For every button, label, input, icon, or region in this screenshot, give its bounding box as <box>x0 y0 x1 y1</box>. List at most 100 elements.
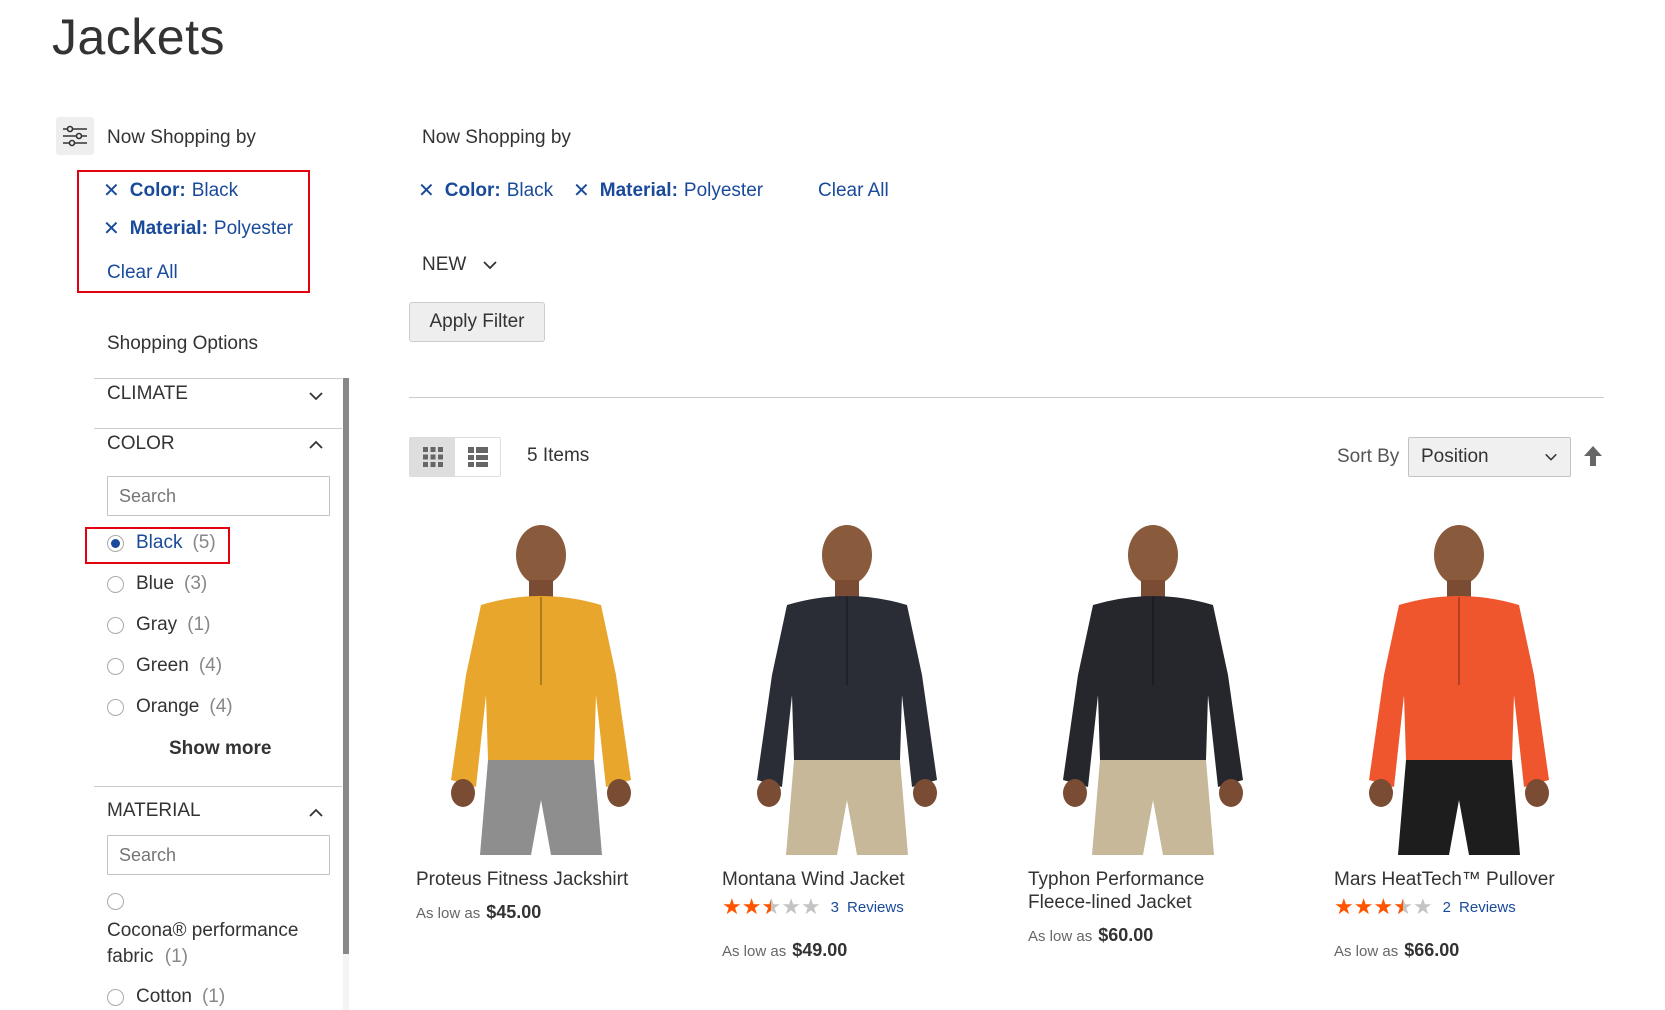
sort-by-label: Sort By <box>1337 446 1400 467</box>
filter-value: Black <box>506 180 554 201</box>
material-option-cotton[interactable]: Cotton (1) <box>107 986 225 1008</box>
radio-button[interactable] <box>107 657 124 675</box>
sliders-icon <box>63 125 87 147</box>
facet-title-material[interactable]: MATERIAL <box>107 800 201 822</box>
product-name-link[interactable]: Proteus Fitness Jackshirt <box>416 868 656 891</box>
chevron-up-icon[interactable] <box>308 805 324 821</box>
page-title: Jackets <box>52 9 226 65</box>
product-price: As low as $49.00 <box>722 940 847 961</box>
option-count: (1) <box>201 986 226 1007</box>
color-option-black[interactable]: Black (5) <box>107 532 216 554</box>
radio-button[interactable] <box>107 616 124 634</box>
radio-button[interactable] <box>107 988 124 1006</box>
product-name-link[interactable]: Typhon Performance Fleece-lined Jacket <box>1028 868 1268 914</box>
sort-direction-arrow-icon[interactable] <box>1583 445 1603 467</box>
grid-view-button[interactable] <box>410 438 455 476</box>
reviews-link[interactable]: 3 Reviews <box>831 899 904 916</box>
remove-filter-icon[interactable]: ✕ <box>573 181 590 201</box>
product-image[interactable] <box>732 525 962 855</box>
price-amount: $60.00 <box>1098 925 1154 945</box>
filter-label: Material: <box>129 218 208 239</box>
price-amount: $66.00 <box>1404 940 1460 960</box>
items-count: 5 Items <box>527 445 590 466</box>
reviews-count: 2 <box>1442 898 1452 916</box>
option-count: (3) <box>184 573 208 594</box>
show-more-button[interactable]: Show more <box>169 738 271 760</box>
product-name-link[interactable]: Montana Wind Jacket <box>722 868 962 891</box>
as-low-as-label: As low as <box>1334 943 1399 960</box>
main-active-filter-color: ✕ Color: Black <box>418 180 553 202</box>
filter-value: Black <box>191 180 239 201</box>
shopping-options-title: Shopping Options <box>107 333 259 354</box>
facet-title-color[interactable]: COLOR <box>107 433 175 455</box>
sort-by-select[interactable]: Position <box>1408 437 1571 477</box>
product-image[interactable] <box>426 525 656 855</box>
product-price: As low as $60.00 <box>1028 925 1153 946</box>
option-label: Black <box>136 532 183 553</box>
new-label: NEW <box>422 254 467 275</box>
option-count: (1) <box>187 614 211 635</box>
product-image[interactable] <box>1344 525 1574 855</box>
reviews-count: 3 <box>830 898 840 916</box>
chevron-down-icon <box>1545 453 1557 461</box>
option-label: Cotton <box>136 986 192 1007</box>
view-mode-switcher <box>409 437 501 477</box>
sort-by-value: Position <box>1421 446 1489 467</box>
color-option-orange[interactable]: Orange (4) <box>107 696 233 718</box>
material-search-input[interactable] <box>107 835 330 875</box>
option-count: (5) <box>192 532 216 553</box>
price-amount: $49.00 <box>792 940 848 960</box>
apply-filter-button[interactable]: Apply Filter <box>409 302 545 342</box>
radio-button[interactable] <box>107 534 124 552</box>
sidebar-clear-all-link[interactable]: Clear All <box>107 262 178 284</box>
sidebar-active-filter-color: ✕ Color: Black <box>103 180 238 202</box>
sidebar-now-shopping-title: Now Shopping by <box>107 127 256 148</box>
product-rating: ★★★★★★ 2 Reviews <box>1334 896 1516 918</box>
chevron-down-icon[interactable] <box>308 388 324 404</box>
sidebar-scrollbar-thumb[interactable] <box>343 378 349 954</box>
option-label: Green <box>136 655 189 676</box>
remove-filter-icon[interactable]: ✕ <box>103 181 120 201</box>
color-option-gray[interactable]: Gray (1) <box>107 614 210 636</box>
option-count: (1) <box>164 946 188 967</box>
divider <box>94 786 342 787</box>
product-price: As low as $66.00 <box>1334 940 1459 961</box>
reviews-label: Reviews <box>847 898 904 916</box>
divider <box>94 378 342 379</box>
facet-title-climate[interactable]: CLIMATE <box>107 383 188 405</box>
filter-label: Material: <box>599 180 678 201</box>
grid-icon <box>422 447 443 467</box>
product-price: As low as $45.00 <box>416 902 541 923</box>
radio-button[interactable] <box>107 575 124 593</box>
product-image[interactable] <box>1038 525 1268 855</box>
main-clear-all-link[interactable]: Clear All <box>818 180 889 202</box>
color-search-input[interactable] <box>107 476 330 516</box>
color-option-blue[interactable]: Blue (3) <box>107 573 207 595</box>
filter-toggle-button[interactable] <box>56 117 94 155</box>
main-now-shopping-title: Now Shopping by <box>422 127 571 148</box>
option-count: (4) <box>209 696 233 717</box>
option-label: Orange <box>136 696 200 717</box>
new-filter-dropdown[interactable]: NEW <box>422 254 498 276</box>
filter-value: Polyester <box>683 180 764 201</box>
reviews-link[interactable]: 2 Reviews <box>1443 899 1516 916</box>
filter-label: Color: <box>444 180 501 201</box>
list-view-button[interactable] <box>455 438 500 476</box>
material-option-cocona-label[interactable]: Cocona® performance fabric (1) <box>107 918 327 970</box>
radio-button[interactable] <box>107 893 124 910</box>
remove-filter-icon[interactable]: ✕ <box>103 219 120 239</box>
filter-value: Polyester <box>213 218 294 239</box>
material-option-cocona[interactable] <box>107 893 136 910</box>
list-icon <box>467 447 488 467</box>
sidebar-active-filter-material: ✕ Material: Polyester <box>103 218 293 240</box>
remove-filter-icon[interactable]: ✕ <box>418 181 435 201</box>
chevron-up-icon[interactable] <box>308 437 324 453</box>
radio-button[interactable] <box>107 698 124 716</box>
as-low-as-label: As low as <box>722 943 787 960</box>
divider <box>409 397 1604 398</box>
product-name-link[interactable]: Mars HeatTech™ Pullover <box>1334 868 1574 891</box>
rating-stars-icon: ★★★★★★ <box>1334 894 1433 919</box>
option-label: Blue <box>136 573 175 594</box>
color-option-green[interactable]: Green (4) <box>107 655 222 677</box>
price-amount: $45.00 <box>486 902 542 922</box>
